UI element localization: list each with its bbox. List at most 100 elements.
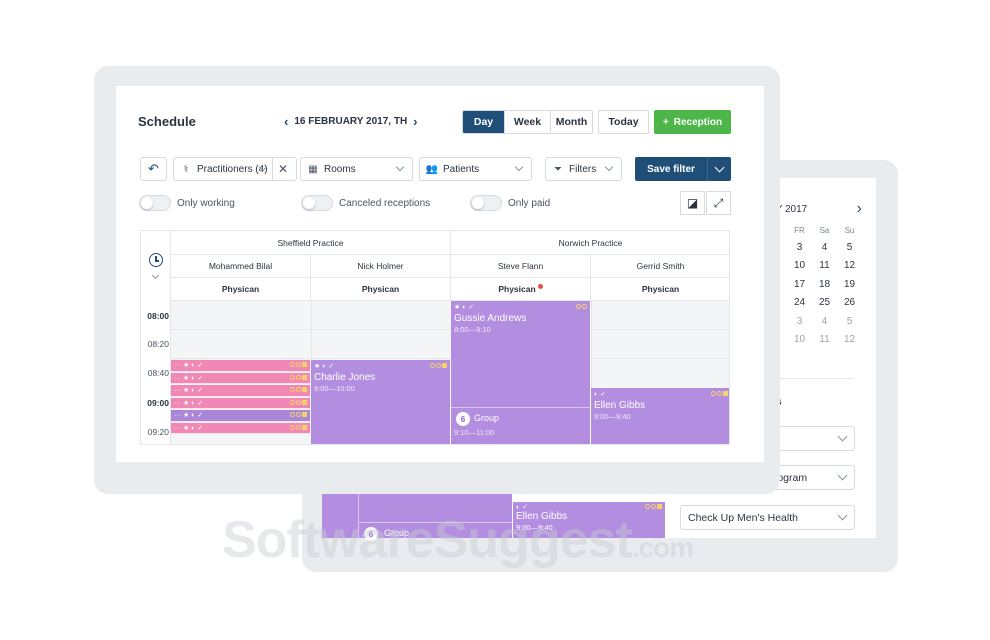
chevron-right-icon[interactable]: › [413,114,417,129]
calendar-day[interactable]: 3 [787,316,812,327]
slot-icons: ··· ★ ◐ ✓ [174,424,204,432]
select-value: Check Up Men's Health [688,511,798,524]
only-working-toggle[interactable]: Only working [139,195,235,211]
calendar-day[interactable]: 24 [787,297,812,308]
appointment-slot[interactable]: ··· ★ ◐ ✓ [171,372,310,384]
chevron-down-icon [514,162,524,172]
role-header: Physican [591,278,729,301]
filters-dropdown[interactable]: ⏷ Filters [545,157,622,181]
fullscreen-button[interactable]: ⤢ [706,191,731,215]
time-label: 09:20 [147,427,169,437]
calendar-day[interactable]: 5 [837,242,862,253]
save-filter-dropdown[interactable] [707,157,731,181]
watermark-text: SoftwareSuggest [222,511,633,569]
calendar-day[interactable]: 3 [787,242,812,253]
event-time: 8:00—9:10 [454,325,491,334]
patients-icon: 👥 [425,163,439,175]
watermark-suffix: .com [631,532,694,563]
event-flag-dots [645,504,662,509]
slot-icons: ··· ★ ◐ ✓ [174,362,204,370]
group-label: Group [474,413,500,423]
time-column: 08:00 08:20 08:40 09:00 09:20 [141,301,171,444]
calendar-day[interactable]: 4 [812,316,837,327]
slot-flags [290,424,307,430]
tab-day[interactable]: Day [463,111,504,133]
slot-flags [290,362,307,367]
practitioner-header: Nick Holmer [311,255,451,278]
event-time: 9:00—10:00 [314,384,355,393]
event-flag-dots [430,363,447,368]
event-time: 9:00—9:40 [594,412,631,421]
patients-filter[interactable]: 👥 Patients [419,157,532,181]
calendar-day[interactable]: 11 [812,260,837,271]
appointment-gussie-andrews[interactable]: ★ ◐ ✓ Gussie Andrews 8:00—9:10 6 Group 9… [451,301,591,444]
practice-header: Norwich Practice [451,231,729,255]
add-reception-button[interactable]: + Reception [654,110,731,134]
toggle-switch[interactable] [470,195,502,211]
view-switcher: Day Week Month [462,110,593,134]
only-paid-toggle[interactable]: Only paid [470,195,550,211]
undo-arrow-icon: ↶ [148,161,159,176]
toggle-label: Only paid [508,197,551,209]
calendar-day[interactable]: 12 [837,334,862,345]
event-status-icons: ★ ◐ ✓ [314,363,335,370]
calendar-day[interactable]: 11 [812,334,837,345]
calendar-day[interactable]: 12 [837,260,862,271]
calendar-day[interactable]: 25 [812,297,837,308]
time-label: 08:40 [147,368,169,378]
chevron-down-icon [837,470,848,481]
toggle-label: Canceled receptions [339,197,431,209]
event-patient-name: Ellen Gibbs [594,400,646,411]
program-select[interactable]: Check Up Men's Health [680,505,855,530]
practitioners-filter[interactable]: ⚕ Practitioners (4) ✕ [173,157,297,181]
appointment-slot[interactable]: ··· ★ ◐ ✓ [171,397,310,409]
weekday-label: Sa [819,225,830,235]
event-patient-name: Charlie Jones [314,372,376,383]
appointment-slot[interactable]: ··· ★ ◐ ✓ [171,410,310,422]
save-filter-button[interactable]: Save filter [635,157,707,181]
doctor-icon: ⚕ [183,163,189,175]
schedule-grid: Sheffield Practice Norwich Practice Moha… [140,230,730,445]
time-settings[interactable] [141,231,171,301]
calendar-day[interactable]: 5 [837,316,862,327]
chevron-left-icon[interactable]: ‹ [284,114,288,129]
clear-icon[interactable]: ✕ [278,162,288,176]
event-flag-dots [576,304,587,309]
tab-month[interactable]: Month [550,111,592,133]
slot-flags [290,387,307,392]
today-button[interactable]: Today [598,110,649,134]
weekday-label: Su [844,225,855,235]
appointment-slot[interactable]: ··· ★ ◐ ✓ [171,422,310,434]
toggle-switch[interactable] [301,195,333,211]
tab-week[interactable]: Week [504,111,550,133]
calendar-day[interactable]: 26 [837,297,862,308]
slot-flags [290,374,307,380]
funnel-icon: ⏷ [554,163,562,175]
appointment-ellen-gibbs[interactable]: ◐ ✓ Ellen Gibbs 9:00—9:40 [591,388,729,444]
back-button[interactable]: ↶ [140,157,167,181]
panel-icon: ◪ [686,196,699,210]
slot-flags [290,412,307,417]
calendar-day[interactable]: 18 [812,279,837,290]
canceled-receptions-toggle[interactable]: Canceled receptions [301,195,430,211]
calendar-day[interactable]: 19 [837,279,862,290]
appointment-charlie-jones[interactable]: ★ ◐ ✓ Charlie Jones 9:00—10:00 [311,360,451,444]
chevron-right-icon[interactable]: › [857,200,862,218]
practitioner-header: Mohammed Bilal [171,255,311,278]
separator [272,158,273,180]
divider [451,407,590,408]
practitioners-filter-label: Practitioners (4) [197,163,268,175]
time-label: 09:00 [147,398,169,408]
rooms-filter[interactable]: ▦ Rooms [300,157,413,181]
toggle-switch[interactable] [139,195,171,211]
calendar-day[interactable]: 10 [787,334,812,345]
chevron-down-icon [604,162,614,172]
appointment-slot[interactable]: ··· ★ ◐ ✓ [171,385,310,397]
calendar-day[interactable]: 17 [787,279,812,290]
slot-icons: ··· ★ ◐ ✓ [174,412,204,420]
calendar-day[interactable]: 4 [812,242,837,253]
filters-label: Filters [569,163,597,175]
side-panel-toggle[interactable]: ◪ [680,191,705,215]
calendar-day[interactable]: 10 [787,260,812,271]
appointment-slot[interactable]: ··· ★ ◐ ✓ [171,360,310,372]
